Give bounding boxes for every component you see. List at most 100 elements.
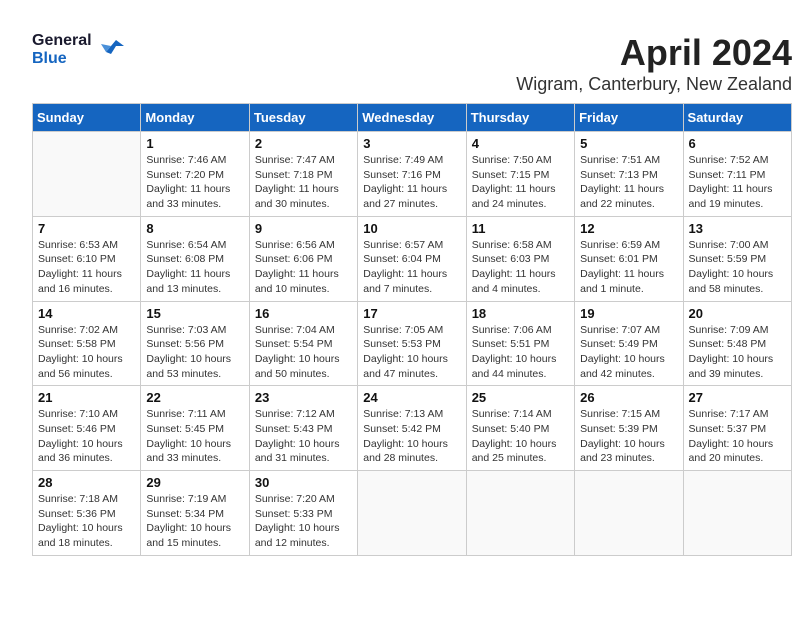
- calendar-cell-w0-d5: 5 Sunrise: 7:51 AMSunset: 7:13 PMDaylight…: [575, 132, 683, 217]
- calendar-cell-w4-d3: [358, 471, 466, 556]
- calendar-cell-w1-d0: 7Sunrise: 6:53 AMSunset: 6:10 PMDaylight…: [33, 216, 141, 301]
- day-number: 30: [255, 475, 352, 490]
- calendar-week-row-1: 7Sunrise: 6:53 AMSunset: 6:10 PMDaylight…: [33, 216, 792, 301]
- calendar-cell-w3-d3: 24 Sunrise: 7:13 AMSunset: 5:42 PMDayligh…: [358, 386, 466, 471]
- calendar-cell-w2-d0: 14 Sunrise: 7:02 AMSunset: 5:58 PMDayligh…: [33, 301, 141, 386]
- cell-info: Sunrise: 7:04 AMSunset: 5:54 PMDaylight:…: [255, 323, 352, 382]
- calendar-cell-w1-d1: 8Sunrise: 6:54 AMSunset: 6:08 PMDaylight…: [141, 216, 249, 301]
- col-monday: Monday: [141, 104, 249, 132]
- cell-info: Sunrise: 7:51 AMSunset: 7:13 PMDaylight:…: [580, 153, 677, 212]
- col-wednesday: Wednesday: [358, 104, 466, 132]
- day-number: 3: [363, 136, 460, 151]
- calendar-cell-w2-d3: 17Sunrise: 7:05 AMSunset: 5:53 PMDayligh…: [358, 301, 466, 386]
- day-number: 26: [580, 390, 677, 405]
- location-subtitle: Wigram, Canterbury, New Zealand: [32, 74, 792, 95]
- cell-info: Sunrise: 7:11 AMSunset: 5:45 PMDaylight:…: [146, 407, 243, 466]
- calendar-cell-w0-d4: 4Sunrise: 7:50 AMSunset: 7:15 PMDaylight…: [466, 132, 574, 217]
- calendar-cell-w4-d4: [466, 471, 574, 556]
- calendar-cell-w1-d3: 10Sunrise: 6:57 AMSunset: 6:04 PMDayligh…: [358, 216, 466, 301]
- calendar-cell-w0-d1: 1 Sunrise: 7:46 AMSunset: 7:20 PMDaylight…: [141, 132, 249, 217]
- calendar-cell-w0-d6: 6 Sunrise: 7:52 AMSunset: 7:11 PMDaylight…: [683, 132, 791, 217]
- day-number: 13: [689, 221, 786, 236]
- calendar-cell-w3-d4: 25Sunrise: 7:14 AMSunset: 5:40 PMDayligh…: [466, 386, 574, 471]
- calendar-week-row-0: 1 Sunrise: 7:46 AMSunset: 7:20 PMDaylight…: [33, 132, 792, 217]
- cell-info: Sunrise: 7:06 AMSunset: 5:51 PMDaylight:…: [472, 323, 569, 382]
- cell-info: Sunrise: 7:20 AMSunset: 5:33 PMDaylight:…: [255, 492, 352, 551]
- calendar-cell-w2-d4: 18 Sunrise: 7:06 AMSunset: 5:51 PMDayligh…: [466, 301, 574, 386]
- day-number: 22: [146, 390, 243, 405]
- day-number: 21: [38, 390, 135, 405]
- day-number: 6: [689, 136, 786, 151]
- day-number: 15: [146, 306, 243, 321]
- cell-info: Sunrise: 7:17 AMSunset: 5:37 PMDaylight:…: [689, 407, 786, 466]
- calendar-cell-w0-d0: [33, 132, 141, 217]
- calendar-cell-w1-d6: 13 Sunrise: 7:00 AMSunset: 5:59 PMDayligh…: [683, 216, 791, 301]
- cell-info: Sunrise: 7:13 AMSunset: 5:42 PMDaylight:…: [363, 407, 460, 466]
- cell-info: Sunrise: 7:46 AMSunset: 7:20 PMDaylight:…: [146, 153, 243, 212]
- calendar-cell-w4-d5: [575, 471, 683, 556]
- calendar-cell-w2-d5: 19Sunrise: 7:07 AMSunset: 5:49 PMDayligh…: [575, 301, 683, 386]
- cell-info: Sunrise: 7:02 AMSunset: 5:58 PMDaylight:…: [38, 323, 135, 382]
- day-number: 9: [255, 221, 352, 236]
- calendar-cell-w3-d6: 27 Sunrise: 7:17 AMSunset: 5:37 PMDayligh…: [683, 386, 791, 471]
- cell-info: Sunrise: 7:49 AMSunset: 7:16 PMDaylight:…: [363, 153, 460, 212]
- calendar-cell-w4-d1: 29 Sunrise: 7:19 AMSunset: 5:34 PMDayligh…: [141, 471, 249, 556]
- cell-info: Sunrise: 7:12 AMSunset: 5:43 PMDaylight:…: [255, 407, 352, 466]
- col-sunday: Sunday: [33, 104, 141, 132]
- cell-info: Sunrise: 6:53 AMSunset: 6:10 PMDaylight:…: [38, 238, 135, 297]
- calendar-cell-w4-d6: [683, 471, 791, 556]
- day-number: 5: [580, 136, 677, 151]
- calendar-cell-w4-d2: 30 Sunrise: 7:20 AMSunset: 5:33 PMDayligh…: [249, 471, 357, 556]
- calendar-week-row-2: 14 Sunrise: 7:02 AMSunset: 5:58 PMDayligh…: [33, 301, 792, 386]
- calendar-cell-w0-d2: 2Sunrise: 7:47 AMSunset: 7:18 PMDaylight…: [249, 132, 357, 217]
- day-number: 18: [472, 306, 569, 321]
- col-thursday: Thursday: [466, 104, 574, 132]
- cell-info: Sunrise: 7:00 AMSunset: 5:59 PMDaylight:…: [689, 238, 786, 297]
- day-number: 10: [363, 221, 460, 236]
- cell-info: Sunrise: 7:15 AMSunset: 5:39 PMDaylight:…: [580, 407, 677, 466]
- calendar-cell-w1-d4: 11 Sunrise: 6:58 AMSunset: 6:03 PMDayligh…: [466, 216, 574, 301]
- calendar-table: Sunday Monday Tuesday Wednesday Thursday…: [32, 103, 792, 556]
- logo-general: General: [32, 32, 92, 50]
- cell-info: Sunrise: 6:56 AMSunset: 6:06 PMDaylight:…: [255, 238, 352, 297]
- cell-info: Sunrise: 7:10 AMSunset: 5:46 PMDaylight:…: [38, 407, 135, 466]
- calendar-cell-w2-d2: 16 Sunrise: 7:04 AMSunset: 5:54 PMDayligh…: [249, 301, 357, 386]
- day-number: 11: [472, 221, 569, 236]
- calendar-cell-w4-d0: 28Sunrise: 7:18 AMSunset: 5:36 PMDayligh…: [33, 471, 141, 556]
- calendar-header: April 2024 Wigram, Canterbury, New Zeala…: [32, 32, 792, 95]
- calendar-cell-w3-d5: 26 Sunrise: 7:15 AMSunset: 5:39 PMDayligh…: [575, 386, 683, 471]
- calendar-cell-w3-d0: 21 Sunrise: 7:10 AMSunset: 5:46 PMDayligh…: [33, 386, 141, 471]
- col-tuesday: Tuesday: [249, 104, 357, 132]
- day-number: 19: [580, 306, 677, 321]
- day-number: 24: [363, 390, 460, 405]
- cell-info: Sunrise: 6:59 AMSunset: 6:01 PMDaylight:…: [580, 238, 677, 297]
- calendar-cell-w3-d1: 22 Sunrise: 7:11 AMSunset: 5:45 PMDayligh…: [141, 386, 249, 471]
- cell-info: Sunrise: 6:58 AMSunset: 6:03 PMDaylight:…: [472, 238, 569, 297]
- cell-info: Sunrise: 7:09 AMSunset: 5:48 PMDaylight:…: [689, 323, 786, 382]
- month-year-title: April 2024: [32, 32, 792, 74]
- calendar-cell-w1-d5: 12 Sunrise: 6:59 AMSunset: 6:01 PMDayligh…: [575, 216, 683, 301]
- day-number: 14: [38, 306, 135, 321]
- calendar-week-row-3: 21 Sunrise: 7:10 AMSunset: 5:46 PMDayligh…: [33, 386, 792, 471]
- day-number: 12: [580, 221, 677, 236]
- day-number: 4: [472, 136, 569, 151]
- calendar-cell-w2-d1: 15 Sunrise: 7:03 AMSunset: 5:56 PMDayligh…: [141, 301, 249, 386]
- cell-info: Sunrise: 7:14 AMSunset: 5:40 PMDaylight:…: [472, 407, 569, 466]
- day-number: 8: [146, 221, 243, 236]
- cell-info: Sunrise: 7:03 AMSunset: 5:56 PMDaylight:…: [146, 323, 243, 382]
- cell-info: Sunrise: 7:47 AMSunset: 7:18 PMDaylight:…: [255, 153, 352, 212]
- day-number: 29: [146, 475, 243, 490]
- col-saturday: Saturday: [683, 104, 791, 132]
- logo-bird-icon: [96, 32, 126, 68]
- cell-info: Sunrise: 7:19 AMSunset: 5:34 PMDaylight:…: [146, 492, 243, 551]
- day-number: 16: [255, 306, 352, 321]
- day-number: 17: [363, 306, 460, 321]
- day-number: 28: [38, 475, 135, 490]
- day-number: 27: [689, 390, 786, 405]
- cell-info: Sunrise: 7:52 AMSunset: 7:11 PMDaylight:…: [689, 153, 786, 212]
- calendar-cell-w2-d6: 20Sunrise: 7:09 AMSunset: 5:48 PMDayligh…: [683, 301, 791, 386]
- logo-blue: Blue: [32, 50, 92, 68]
- logo: General Blue: [32, 32, 126, 68]
- col-friday: Friday: [575, 104, 683, 132]
- day-number: 1: [146, 136, 243, 151]
